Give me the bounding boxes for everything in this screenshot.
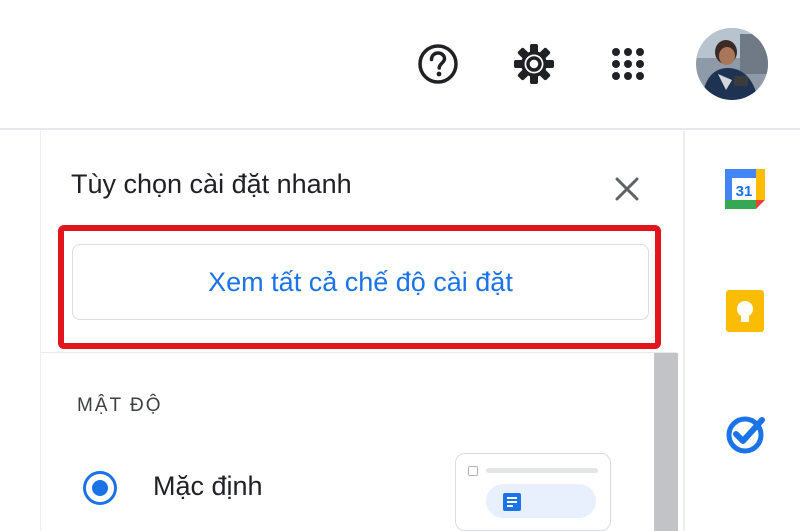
- side-panel-border: [684, 131, 685, 531]
- document-icon: [502, 492, 522, 512]
- thumbnail-checkbox: [468, 466, 478, 476]
- avatar[interactable]: [696, 28, 768, 100]
- calendar-day: 31: [736, 183, 753, 200]
- density-section-label: MẬT ĐỘ: [77, 395, 163, 416]
- panel-title: Tùy chọn cài đặt nhanh: [71, 169, 352, 199]
- apps-grid-icon[interactable]: [604, 40, 652, 88]
- divider: [41, 352, 677, 353]
- left-edge: [0, 131, 40, 531]
- close-icon[interactable]: [607, 169, 647, 209]
- top-bar: [0, 0, 800, 130]
- panel-scrollbar[interactable]: [654, 353, 678, 531]
- keep-icon[interactable]: [722, 288, 768, 334]
- tasks-icon[interactable]: [722, 410, 768, 456]
- quick-settings-panel: Tùy chọn cài đặt nhanh Xem tất cả chế độ…: [40, 131, 684, 531]
- density-default-radio[interactable]: [83, 471, 117, 505]
- help-icon[interactable]: [414, 40, 462, 88]
- calendar-icon[interactable]: 31: [722, 166, 768, 212]
- see-all-settings-button[interactable]: Xem tất cả chế độ cài đặt: [72, 244, 649, 320]
- settings-gear-icon[interactable]: [510, 40, 558, 88]
- density-preview-thumbnail[interactable]: [455, 453, 611, 531]
- density-option-label[interactable]: Mặc định: [153, 471, 263, 502]
- thumbnail-line: [486, 468, 598, 473]
- radio-selected-dot: [92, 480, 108, 496]
